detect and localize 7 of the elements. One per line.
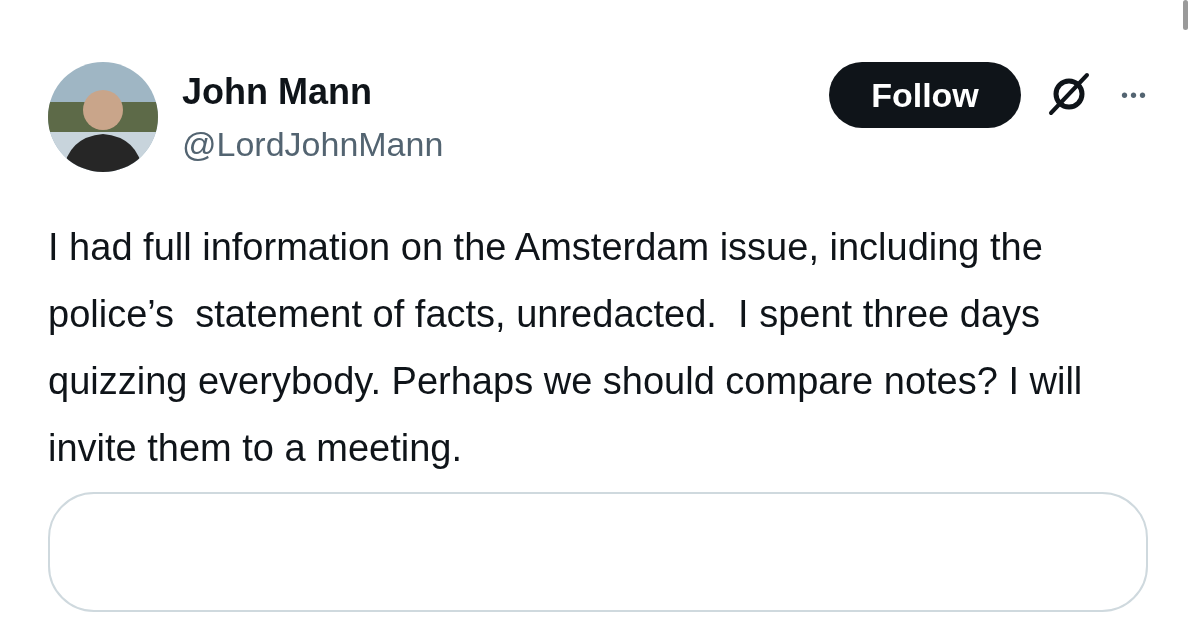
scrollbar [1183,0,1188,30]
author-name[interactable]: John Mann [182,70,829,114]
slashed-circle-icon[interactable] [1047,72,1091,116]
author-handle[interactable]: @LordJohnMann [182,120,829,168]
more-button[interactable]: ••• [1121,80,1148,110]
follow-button[interactable]: Follow [829,62,1021,128]
post-text: I had full information on the Amsterdam issue, including the police’s statement of facts, unredacted. I spent three days quizzing everybody. Perhaps we should compare notes? I will invite them to a meeting. [48,225,1084,471]
